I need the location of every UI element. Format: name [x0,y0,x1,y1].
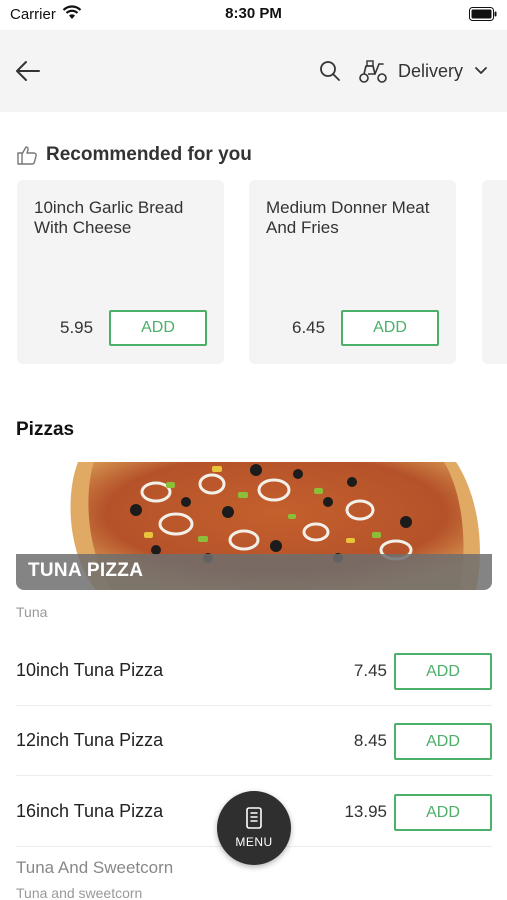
recommended-card-partial[interactable] [482,180,507,364]
scooter-icon [359,60,387,83]
menu-item-price: 13.95 [344,802,387,821]
menu-item-row[interactable]: 12inch Tuna Pizza 8.45 ADD [16,706,492,776]
divider [16,775,492,776]
next-category-title: Tuna And Sweetcorn [16,858,174,877]
recommended-card[interactable]: 10inch Garlic Bread With Cheese 5.95 ADD [17,180,224,364]
menu-item-price: 7.45 [353,661,387,680]
search-icon[interactable] [319,60,341,82]
add-button[interactable]: ADD [394,794,492,831]
clock: 8:30 PM [225,5,282,22]
menu-item-price: 8.45 [353,731,387,750]
category-description: Tuna [16,604,48,620]
add-button[interactable]: ADD [394,723,492,760]
add-button[interactable]: ADD [394,653,492,690]
add-button[interactable]: ADD [341,310,439,346]
menu-book-icon [246,807,262,829]
menu-fab-label: MENU [235,835,273,849]
section-title: Pizzas [16,419,75,440]
add-button[interactable]: ADD [109,310,207,346]
recommended-item-price: 5.95 [60,318,94,337]
battery-icon [469,7,497,21]
chevron-down-icon[interactable] [474,66,488,76]
menu-item-name: 10inch Tuna Pizza [16,660,164,680]
recommended-item-name: 10inch Garlic Bread With Cheese [34,198,184,237]
recommended-item-price: 6.45 [292,318,326,337]
category-banner[interactable]: TUNA PIZZA [16,462,492,590]
back-arrow-icon[interactable] [14,58,42,84]
delivery-mode-label[interactable]: Delivery [398,61,463,82]
recommended-title: Recommended for you [46,144,252,165]
category-banner-title: TUNA PIZZA [28,560,144,581]
menu-item-name: 12inch Tuna Pizza [16,730,164,750]
top-app-bar: Delivery [0,30,507,112]
menu-item-name: 16inch Tuna Pizza [16,801,164,821]
menu-item-row[interactable]: 10inch Tuna Pizza 7.45 ADD [16,636,492,706]
next-category-description: Tuna and sweetcorn [16,885,143,900]
recommended-item-name: Medium Donner Meat And Fries [266,198,430,237]
status-bar: Carrier 8:30 PM [0,0,507,30]
recommended-card[interactable]: Medium Donner Meat And Fries 6.45 ADD [249,180,456,364]
category-banner-overlay: TUNA PIZZA [16,554,492,590]
thumbs-up-icon [17,146,37,165]
recommended-heading: Recommended for you [16,142,252,168]
menu-fab-button[interactable]: MENU [217,791,291,865]
